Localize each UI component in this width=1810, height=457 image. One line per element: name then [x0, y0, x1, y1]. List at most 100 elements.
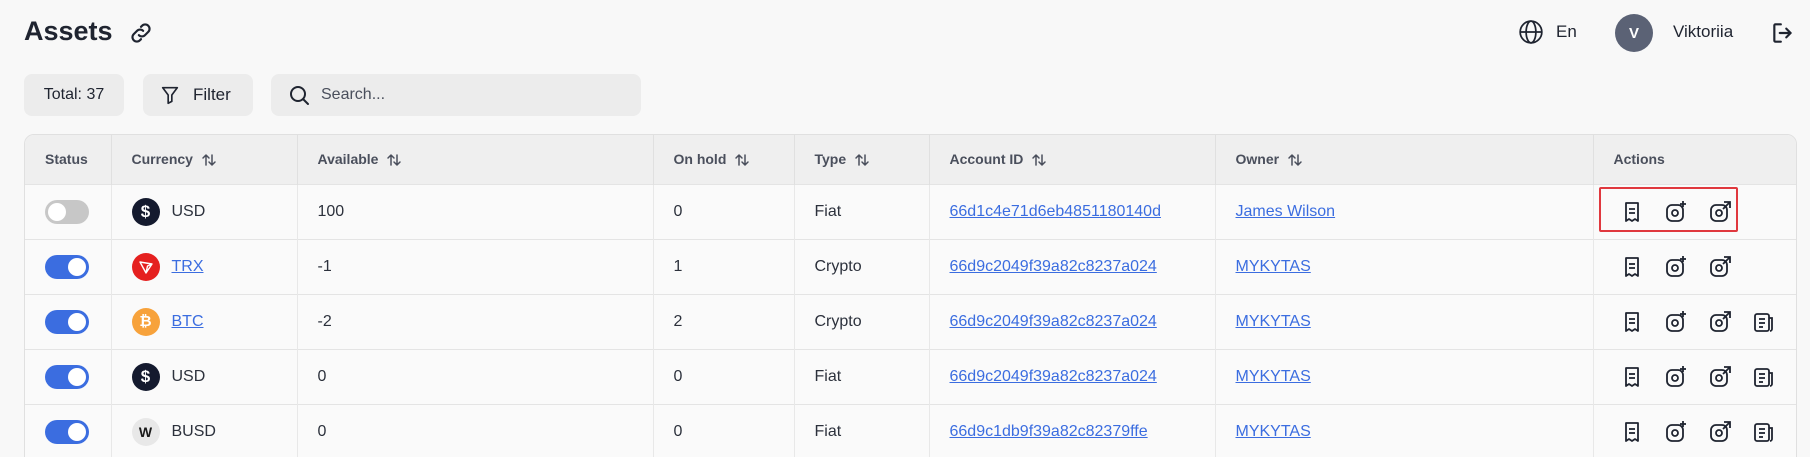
account-id-cell: 66d9c2049f39a82c8237a024 [929, 349, 1216, 404]
sort-icon[interactable] [1287, 152, 1303, 168]
available-cell: 100 [297, 184, 654, 239]
column-header-6[interactable]: Owner [1215, 135, 1594, 184]
owner-cell: MYKYTAS [1215, 294, 1594, 349]
column-header-label: Account ID [949, 150, 1024, 167]
sort-icon[interactable] [386, 152, 402, 168]
owner-link[interactable]: MYKYTAS [1236, 423, 1311, 440]
toggle-knob [68, 257, 86, 276]
account-id-cell: 66d1c4e71d6eb4851180140d [929, 184, 1216, 239]
usd-coin-icon: $ [131, 362, 160, 391]
toggle-knob [68, 367, 86, 386]
add-funds-icon[interactable] [1664, 200, 1688, 224]
btc-coin-icon: ₿ [131, 307, 160, 336]
status-toggle[interactable] [45, 309, 89, 334]
status-toggle[interactable] [45, 199, 89, 224]
add-funds-icon[interactable] [1664, 310, 1688, 334]
statement-icon[interactable] [1752, 310, 1776, 334]
send-funds-icon[interactable] [1708, 365, 1732, 389]
receipt-icon[interactable] [1620, 310, 1644, 334]
column-header-1[interactable]: Currency [111, 135, 298, 184]
account-id-link[interactable]: 66d9c1db9f39a82c82379ffe [950, 423, 1148, 440]
receipt-icon[interactable] [1620, 200, 1644, 224]
actions-cell [1593, 294, 1796, 349]
send-funds-icon[interactable] [1708, 420, 1732, 444]
statement-icon[interactable] [1752, 420, 1776, 444]
top-bar: Assets En V Viktoriia [0, 0, 1810, 66]
language-label: En [1556, 22, 1577, 41]
filter-button[interactable]: Filter [143, 74, 253, 116]
add-funds-icon[interactable] [1664, 420, 1688, 444]
filter-icon [161, 86, 179, 105]
search-icon [290, 86, 309, 105]
available-cell: 0 [297, 349, 654, 404]
status-toggle[interactable] [45, 364, 89, 389]
account-id-link[interactable]: 66d1c4e71d6eb4851180140d [950, 203, 1161, 220]
column-header-5[interactable]: Account ID [929, 135, 1216, 184]
table-row: ₿ BTC -2 2 Crypto 66d9c2049f39a82c8237a024 MYK… [25, 294, 1796, 349]
status-cell [25, 294, 112, 349]
receipt-icon[interactable] [1620, 365, 1644, 389]
type-cell: Fiat [794, 404, 930, 457]
send-funds-icon[interactable] [1708, 310, 1732, 334]
page-title: Assets [24, 16, 113, 46]
owner-link[interactable]: James Wilson [1236, 203, 1336, 220]
search-box[interactable] [271, 74, 641, 116]
filter-label: Filter [193, 85, 231, 104]
column-header-3[interactable]: On hold [653, 135, 795, 184]
busd-coin-icon: W [131, 417, 160, 446]
status-toggle[interactable] [45, 419, 89, 444]
column-header-label: Type [814, 150, 847, 167]
toggle-knob [68, 312, 86, 331]
sort-icon[interactable] [201, 152, 217, 168]
column-header-7: Actions [1593, 135, 1796, 184]
receipt-icon[interactable] [1620, 420, 1644, 444]
logout-icon[interactable] [1770, 20, 1796, 46]
toggle-knob [68, 422, 86, 441]
account-id-cell: 66d9c1db9f39a82c82379ffe [929, 404, 1216, 457]
avatar[interactable]: V [1615, 14, 1653, 52]
currency-code[interactable]: BTC [172, 313, 204, 331]
sort-icon[interactable] [734, 152, 750, 168]
sort-icon[interactable] [1031, 152, 1047, 168]
status-cell [25, 349, 112, 404]
actions-cell [1593, 349, 1796, 404]
link-icon[interactable] [128, 20, 154, 46]
owner-cell: MYKYTAS [1215, 349, 1594, 404]
assets-table: Status Currency Available On hold Type Accoun… [24, 134, 1797, 457]
account-id-link[interactable]: 66d9c2049f39a82c8237a024 [950, 313, 1157, 330]
sort-icon[interactable] [854, 152, 870, 168]
language-selector[interactable]: En [1518, 19, 1577, 45]
owner-link[interactable]: MYKYTAS [1236, 258, 1311, 275]
send-funds-icon[interactable] [1708, 255, 1732, 279]
add-funds-icon[interactable] [1664, 365, 1688, 389]
toggle-knob [48, 202, 66, 221]
account-id-cell: 66d9c2049f39a82c8237a024 [929, 294, 1216, 349]
account-id-link[interactable]: 66d9c2049f39a82c8237a024 [950, 258, 1157, 275]
status-toggle[interactable] [45, 254, 89, 279]
owner-cell: MYKYTAS [1215, 239, 1594, 294]
owner-link[interactable]: MYKYTAS [1236, 313, 1311, 330]
column-header-label: Actions [1613, 151, 1665, 168]
currency-cell: ₿ BTC [111, 294, 298, 349]
actions-cell [1593, 239, 1796, 294]
on-hold-cell: 1 [653, 239, 795, 294]
search-input[interactable] [321, 86, 621, 104]
available-cell: -1 [297, 239, 654, 294]
table-row: TRX -1 1 Crypto 66d9c2049f39a82c8237a024 MYKY… [25, 239, 1796, 294]
account-id-link[interactable]: 66d9c2049f39a82c8237a024 [950, 368, 1157, 385]
column-header-2[interactable]: Available [297, 135, 654, 184]
send-funds-icon[interactable] [1708, 200, 1732, 224]
account-id-cell: 66d9c2049f39a82c8237a024 [929, 239, 1216, 294]
globe-icon [1519, 20, 1543, 44]
column-header-4[interactable]: Type [794, 135, 930, 184]
receipt-icon[interactable] [1620, 255, 1644, 279]
user-name[interactable]: Viktoriia [1673, 22, 1733, 42]
add-funds-icon[interactable] [1664, 255, 1688, 279]
statement-icon[interactable] [1752, 365, 1776, 389]
trx-coin-icon [131, 252, 160, 281]
type-cell: Crypto [794, 294, 930, 349]
on-hold-cell: 2 [653, 294, 795, 349]
currency-code: USD [171, 202, 206, 220]
currency-code[interactable]: TRX [172, 258, 204, 276]
owner-link[interactable]: MYKYTAS [1236, 368, 1311, 385]
